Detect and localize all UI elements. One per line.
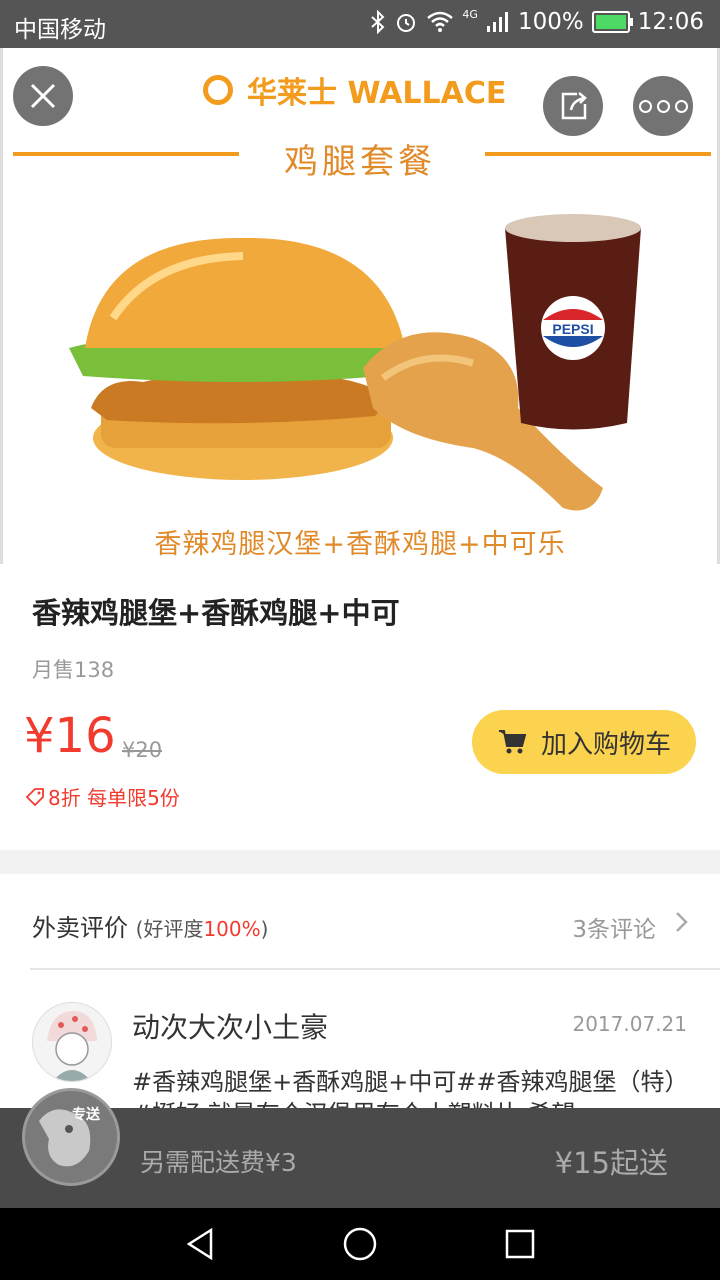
reviews-title: 外卖评价 (32, 914, 128, 942)
reviews-title-group: 外卖评价 (好评度100%) (32, 908, 268, 943)
recents-icon (505, 1229, 535, 1259)
carrier-label: 中国移动 (14, 17, 106, 43)
share-icon (561, 92, 587, 120)
add-to-cart-button[interactable]: 加入购物车 (472, 710, 696, 774)
system-nav-bar (0, 1208, 720, 1280)
rating-suffix: ) (260, 917, 269, 941)
alarm-icon (397, 14, 416, 32)
product-title: 香辣鸡腿堡+香酥鸡腿+中可 (32, 596, 400, 630)
review-count[interactable]: 3条评论 (572, 910, 656, 944)
monthly-sales: 月售138 (32, 658, 115, 682)
more-dots-icon (638, 99, 688, 113)
battery-percent: 100% (517, 9, 584, 35)
more-button[interactable] (633, 76, 693, 136)
brand-logo: 华莱士 WALLACE (203, 68, 506, 112)
cola-cup-image: PEPSI (505, 214, 641, 430)
network-type: 4G (462, 7, 478, 21)
chevron-right-icon (676, 912, 688, 932)
promo-text: 8折 每单限5份 (48, 786, 180, 810)
share-button[interactable] (543, 76, 603, 136)
delivery-fee: 另需配送费¥3 (140, 1148, 297, 1177)
meal-illustration: PEPSI (69, 214, 641, 511)
rating-value: 100% (203, 917, 261, 941)
rating-summary: (好评度100%) (136, 917, 269, 941)
tag-icon (25, 787, 44, 806)
user-avatar (32, 1002, 112, 1082)
close-icon (30, 83, 56, 109)
rating-prefix: (好评度 (135, 917, 204, 941)
cart-icon (498, 730, 527, 754)
burger-image (69, 237, 405, 480)
bluetooth-icon (371, 10, 385, 34)
close-button[interactable] (13, 66, 73, 126)
promo-badge: 8折 每单限5份 (24, 782, 180, 811)
add-to-cart-label: 加入购物车 (540, 729, 671, 760)
avatar-image (47, 1011, 97, 1081)
delivery-badge: 专送 (72, 1107, 100, 1123)
hero-caption: 香辣鸡腿汉堡+香酥鸡腿+中可乐 (154, 529, 566, 560)
cart-bag-button[interactable] (22, 1088, 120, 1186)
svg-text:PEPSI: PEPSI (552, 321, 593, 337)
clock: 12:06 (637, 9, 704, 35)
back-icon (186, 1227, 213, 1261)
wifi-icon (427, 11, 454, 32)
home-icon (343, 1227, 377, 1261)
section-gap (0, 850, 720, 874)
signal-icon (486, 12, 508, 32)
review-date: 2017.07.21 (572, 1012, 687, 1036)
review-text: #香辣鸡腿堡+香酥鸡腿+中可##香辣鸡腿堡（特）#挺好,就是有个汉堡里有个小塑料… (132, 1068, 689, 1110)
brand-logo-mark (203, 75, 233, 105)
status-bar: 中国移动 4G 100% 12:06 (0, 0, 720, 48)
recents-button[interactable] (498, 1222, 542, 1266)
original-price: ¥20 (122, 738, 163, 762)
brand-name: 华莱士 WALLACE (247, 76, 507, 111)
product-price: ¥16 (24, 708, 116, 764)
review-username: 动次大次小土豪 (132, 1011, 329, 1044)
reviews-header[interactable]: 外卖评价 (好评度100%) 3条评论 (0, 874, 720, 970)
delivery-mascot-icon (39, 1109, 91, 1167)
product-hero-image: 华莱士 WALLACE 鸡腿套餐 PEPSI 香辣鸡腿汉堡+香酥鸡腿+中可乐 (0, 48, 720, 564)
home-button[interactable] (338, 1222, 382, 1266)
review-item: 动次大次小土豪 2017.07.21 #香辣鸡腿堡+香酥鸡腿+中可##香辣鸡腿堡… (0, 970, 720, 1110)
minimum-order: ¥15起送 (554, 1146, 668, 1180)
back-button[interactable] (178, 1222, 222, 1266)
hero-subtitle: 鸡腿套餐 (284, 142, 436, 182)
battery-icon (591, 11, 633, 33)
status-icons: 4G 100% 12:06 (370, 7, 704, 35)
